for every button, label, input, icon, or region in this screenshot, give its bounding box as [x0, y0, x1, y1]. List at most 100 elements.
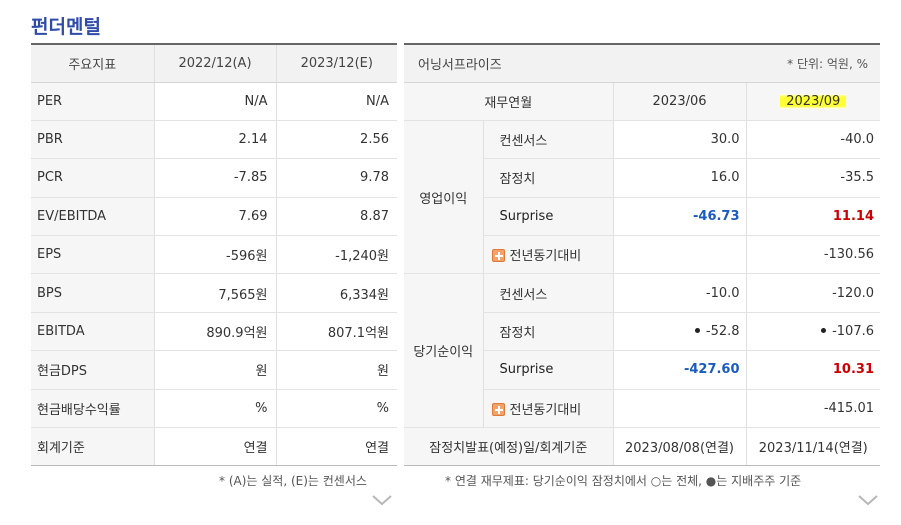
plus-icon[interactable]: [491, 402, 505, 416]
row-value-2023-06: -10.0: [612, 273, 747, 313]
earnings-surprise-title: 어닝서프라이즈: [404, 44, 614, 83]
row-label: EBITDA: [31, 312, 154, 352]
chevron-down-icon[interactable]: [371, 493, 393, 507]
row-label: Surprise: [482, 350, 614, 390]
table-row: EBITDA 890.9억원 807.1억원: [31, 312, 397, 352]
filled-circle-icon: [694, 328, 700, 334]
row-value-2023: 2.56: [275, 120, 397, 160]
key-indicators-table: 주요지표 2022/12(A) 2023/12(E) PER N/A N/A PBR…: [31, 43, 397, 467]
period-2023-09: 2023/09: [786, 93, 841, 109]
table-row: EPS -596원 -1,240원: [31, 235, 397, 275]
row-value-2022: N/A: [153, 82, 276, 121]
announce-date-2023-06: 2023/08/08(연결): [612, 427, 747, 467]
section-title: 펀더멘털: [31, 16, 101, 38]
row-value-2023: 8.87: [275, 197, 397, 237]
group-net-income: 당기순이익: [404, 273, 483, 429]
row-value-2023-06: 16.0: [612, 158, 747, 198]
row-label: 잠정치: [482, 312, 614, 352]
row-label: PBR: [31, 120, 154, 160]
row-value-2023-06: [612, 235, 747, 275]
row-label: 회계기준: [31, 427, 154, 467]
row-value-2023-09: 11.14: [745, 197, 881, 237]
earnings-surprise-table: 어닝서프라이즈 * 단위: 억원, % 재무연월 2023/06 2023/09…: [404, 43, 881, 467]
row-label: 잠정치: [482, 158, 614, 198]
yoy-expand-cell[interactable]: 전년동기대비: [482, 389, 614, 429]
footer-row: 잠정치발표(예정)일/회계기준 2023/08/08(연결) 2023/11/1…: [404, 427, 881, 467]
row-label: BPS: [31, 273, 154, 313]
filled-circle-icon: [821, 328, 827, 334]
left-footnote: * (A)는 실적, (E)는 컨센서스: [219, 474, 367, 488]
table-row: 현금배당수익률%%: [31, 389, 397, 429]
row-value-2023-06: -52.8: [705, 324, 740, 340]
row-label: 전년동기대비: [509, 402, 582, 418]
header-2023: 2023/12(E): [275, 44, 397, 83]
row-value-2023: N/A: [275, 82, 397, 121]
period-2023-09-cell: 2023/09: [745, 82, 881, 121]
earnings-surprise-header-row: 어닝서프라이즈 * 단위: 억원, %: [404, 44, 881, 83]
row-value-2022: 7.69: [153, 197, 276, 237]
header-2022: 2022/12(A): [153, 44, 276, 83]
row-value-2023: 연결: [275, 427, 397, 467]
row-value-2023-09-cell: -107.6: [745, 312, 881, 352]
row-value-2022: 원: [153, 350, 276, 390]
row-value-2023-09: -415.01: [745, 389, 881, 429]
row-label: 현금DPS: [31, 350, 154, 390]
row-label: PCR: [31, 158, 154, 198]
row-value-2022: 연결: [153, 427, 276, 467]
row-value-2022: 890.9억원: [153, 312, 276, 352]
key-indicators-header-row: 주요지표 2022/12(A) 2023/12(E): [31, 44, 397, 83]
row-value-2023-09: -35.5: [745, 158, 881, 198]
row-value-2023: 9.78: [275, 158, 397, 198]
row-value-2022: -7.85: [153, 158, 276, 198]
row-label: EPS: [31, 235, 154, 275]
row-value-2022: 7,565원: [153, 273, 276, 313]
row-label: Surprise: [482, 197, 614, 237]
yoy-expand-cell[interactable]: 전년동기대비: [482, 235, 614, 275]
row-value-2022: -596원: [153, 235, 276, 275]
row-value-2023-09: -107.6: [832, 324, 875, 340]
announce-date-2023-09: 2023/11/14(연결): [745, 427, 881, 467]
table-row: PBR 2.14 2.56: [31, 120, 397, 160]
row-value-2023-06-cell: -52.8: [612, 312, 747, 352]
period-2023-06: 2023/06: [612, 82, 747, 121]
row-value-2023-06: -427.60: [612, 350, 747, 390]
row-value-2023: 6,334원: [275, 273, 397, 313]
period-header-row: 재무연월 2023/06 2023/09: [404, 82, 881, 121]
header-indicator: 주요지표: [31, 44, 154, 83]
row-value-2023-09: -40.0: [745, 120, 881, 160]
table-row: 회계기준 연결 연결: [31, 427, 397, 467]
row-label: EV/EBITDA: [31, 197, 154, 237]
right-footnote: * 연결 재무제표: 당기순이익 잠정치에서 ○는 전체, ●는 지배주주 기준: [445, 474, 802, 488]
plus-icon[interactable]: [491, 249, 505, 263]
table-row: PER N/A N/A: [31, 82, 397, 121]
row-label: PER: [31, 82, 154, 121]
row-value-2023-06: [612, 389, 747, 429]
group-operating-profit: 영업이익: [404, 120, 483, 275]
row-value-2023-09: -130.56: [745, 235, 881, 275]
chevron-down-icon[interactable]: [857, 493, 879, 507]
row-value-2023: 원: [275, 350, 397, 390]
period-head-label: 재무연월: [404, 82, 614, 121]
table-row: 현금DPS 원 원: [31, 350, 397, 390]
row-label: 컨센서스: [482, 273, 614, 313]
period-2023-09-highlight: 2023/09: [780, 93, 847, 109]
table-row: BPS 7,565원 6,334원: [31, 273, 397, 313]
row-value-2023: -1,240원: [275, 235, 397, 275]
row-value-2023-09: -120.0: [745, 273, 881, 313]
row-label: 전년동기대비: [509, 249, 582, 265]
row-value-2022: 2.14: [153, 120, 276, 160]
row-label: 현금배당수익률: [31, 389, 154, 429]
row-label: 컨센서스: [482, 120, 614, 160]
row-value-2023: %: [275, 389, 397, 429]
unit-label: * 단위: 억원, %: [613, 44, 881, 83]
row-value-2023-06: 30.0: [612, 120, 747, 160]
table-row: 당기순이익 컨센서스 -10.0 -120.0: [404, 273, 881, 429]
table-row: 영업이익 컨센서스 30.0 -40.0: [404, 120, 881, 275]
announce-date-label: 잠정치발표(예정)일/회계기준: [404, 427, 614, 467]
row-value-2023-06: -46.73: [612, 197, 747, 237]
row-value-2022: %: [153, 389, 276, 429]
row-value-2023-09: 10.31: [745, 350, 881, 390]
table-row: EV/EBITDA 7.69 8.87: [31, 197, 397, 237]
row-value-2023: 807.1억원: [275, 312, 397, 352]
table-row: PCR -7.85 9.78: [31, 158, 397, 198]
